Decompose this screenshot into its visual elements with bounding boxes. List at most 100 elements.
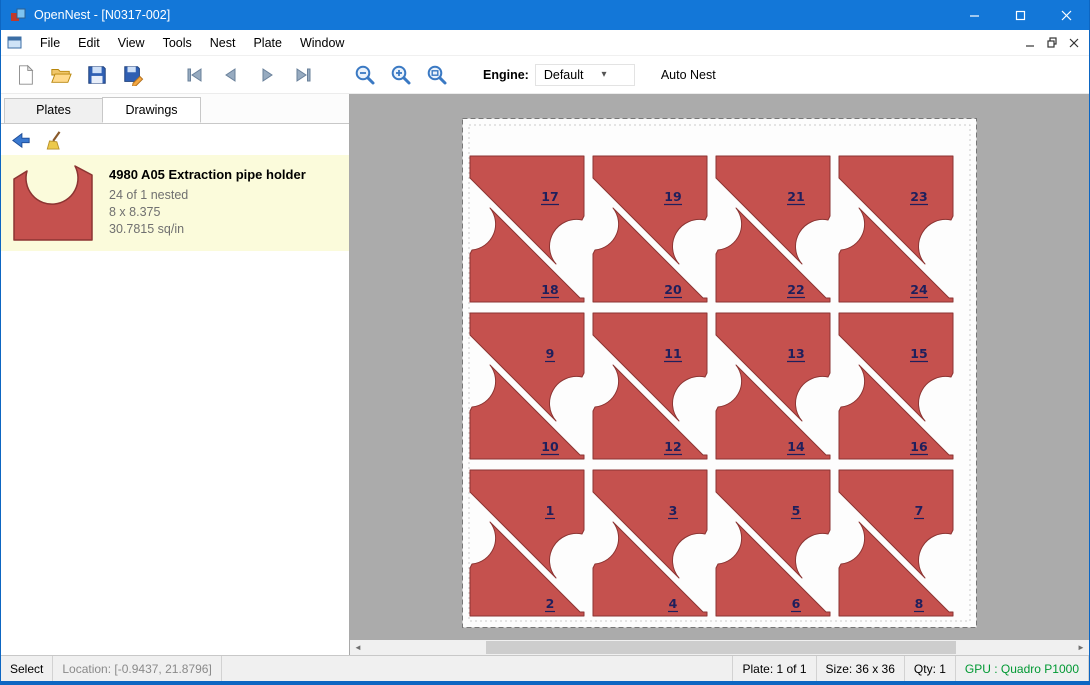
- zoom-out-icon: [354, 64, 376, 86]
- status-location: Location: [-0.9437, 21.8796]: [53, 656, 221, 681]
- save-edit-button[interactable]: [117, 60, 149, 90]
- status-gpu: GPU : Quadro P1000: [956, 656, 1089, 681]
- drawing-item-area: 30.7815 sq/in: [109, 221, 306, 238]
- save-button[interactable]: [81, 60, 113, 90]
- part-number: 24: [910, 282, 928, 297]
- broom-icon: [45, 130, 65, 150]
- zoom-in-button[interactable]: [385, 60, 417, 90]
- part-number: 11: [664, 346, 681, 361]
- part-number: 1: [546, 503, 555, 518]
- zoom-fit-button[interactable]: [421, 60, 453, 90]
- go-previous-icon: [221, 65, 241, 85]
- status-plate: Plate: 1 of 1: [733, 656, 816, 681]
- tab-drawings[interactable]: Drawings: [102, 97, 201, 123]
- scrollbar-track[interactable]: [366, 640, 1073, 655]
- menubar: File Edit View Tools Nest Plate Window: [1, 30, 1089, 56]
- window-title: OpenNest - [N0317-002]: [34, 8, 951, 22]
- go-last-button[interactable]: [287, 60, 319, 90]
- blue-arrow-left-icon: [11, 130, 31, 150]
- scrollbar-thumb[interactable]: [486, 641, 956, 654]
- menu-item-window[interactable]: Window: [291, 32, 353, 54]
- part-number: 22: [787, 282, 804, 297]
- open-button[interactable]: [45, 60, 77, 90]
- sidebar-tabstrip: Plates Drawings: [1, 94, 349, 123]
- part-number: 6: [792, 596, 801, 611]
- part-number: 8: [915, 596, 924, 611]
- maximize-icon: [1015, 10, 1026, 21]
- part-number: 10: [541, 439, 559, 454]
- send-to-plate-button[interactable]: [7, 127, 35, 153]
- tab-plates[interactable]: Plates: [4, 98, 103, 124]
- open-folder-icon: [50, 64, 72, 86]
- part-number: 20: [664, 282, 682, 297]
- part-number: 7: [915, 503, 924, 518]
- save-edit-icon: [122, 64, 144, 86]
- part-number: 13: [787, 346, 804, 361]
- mdi-close-icon: [1069, 38, 1079, 48]
- engine-label: Engine:: [483, 68, 529, 82]
- go-first-button[interactable]: [179, 60, 211, 90]
- minimize-icon: [969, 10, 980, 21]
- mdi-restore-button[interactable]: [1041, 32, 1063, 54]
- mdi-restore-icon: [1047, 37, 1058, 48]
- close-button[interactable]: [1043, 0, 1089, 30]
- part-number: 18: [541, 282, 558, 297]
- part-number: 4: [669, 596, 678, 611]
- close-icon: [1061, 10, 1072, 21]
- app-window: OpenNest - [N0317-002] File Edit View To…: [0, 0, 1090, 685]
- sidebar-toolbar: [1, 123, 349, 155]
- statusbar: Select Location: [-0.9437, 21.8796] Plat…: [1, 655, 1089, 681]
- status-mode: Select: [1, 656, 53, 681]
- part-number: 5: [792, 503, 801, 518]
- menu-item-tools[interactable]: Tools: [154, 32, 201, 54]
- go-previous-button[interactable]: [215, 60, 247, 90]
- mdi-close-button[interactable]: [1063, 32, 1085, 54]
- menu-item-nest[interactable]: Nest: [201, 32, 245, 54]
- part-number: 23: [910, 189, 927, 204]
- toolbar: Engine: Default ▾ Auto Nest: [1, 56, 1089, 94]
- titlebar: OpenNest - [N0317-002]: [1, 0, 1089, 30]
- scroll-right-button[interactable]: ►: [1073, 640, 1089, 655]
- mdi-minimize-icon: [1025, 38, 1035, 48]
- plate-wrap: 171819202122232491011121314151612345678: [462, 118, 977, 631]
- drawing-item-text: 4980 A05 Extraction pipe holder 24 of 1 …: [109, 163, 306, 243]
- status-size: Size: 36 x 36: [817, 656, 905, 681]
- menu-item-plate[interactable]: Plate: [244, 32, 291, 54]
- new-file-icon: [14, 64, 36, 86]
- main-content: Plates Drawings: [1, 94, 1089, 655]
- zoom-out-button[interactable]: [349, 60, 381, 90]
- part-shape-icon: [11, 163, 95, 243]
- go-first-icon: [185, 65, 205, 85]
- go-next-button[interactable]: [251, 60, 283, 90]
- zoom-in-icon: [390, 64, 412, 86]
- part-number: 14: [787, 439, 805, 454]
- horizontal-scrollbar[interactable]: ◄ ►: [350, 640, 1089, 655]
- chevron-down-icon: ▾: [601, 69, 606, 80]
- drawing-item-title: 4980 A05 Extraction pipe holder: [109, 167, 306, 182]
- auto-nest-button[interactable]: Auto Nest: [661, 68, 716, 82]
- maximize-button[interactable]: [997, 0, 1043, 30]
- part-number: 9: [546, 346, 555, 361]
- go-next-icon: [257, 65, 277, 85]
- nesting-canvas[interactable]: 171819202122232491011121314151612345678 …: [350, 94, 1089, 655]
- part-number: 17: [541, 189, 558, 204]
- engine-select[interactable]: Default ▾: [535, 64, 635, 86]
- new-button[interactable]: [9, 60, 41, 90]
- menu-item-view[interactable]: View: [109, 32, 154, 54]
- mdi-minimize-button[interactable]: [1019, 32, 1041, 54]
- go-last-icon: [293, 65, 313, 85]
- document-window-icon: [7, 36, 23, 50]
- scroll-left-button[interactable]: ◄: [350, 640, 366, 655]
- plate[interactable]: 171819202122232491011121314151612345678: [462, 118, 977, 628]
- minimize-button[interactable]: [951, 0, 997, 30]
- clear-button[interactable]: [41, 127, 69, 153]
- save-icon: [86, 64, 108, 86]
- drawing-list-item[interactable]: 4980 A05 Extraction pipe holder 24 of 1 …: [1, 155, 349, 251]
- app-icon: [10, 7, 26, 23]
- part-number: 15: [910, 346, 927, 361]
- drawing-item-nested: 24 of 1 nested: [109, 187, 306, 204]
- drawing-item-size: 8 x 8.375: [109, 204, 306, 221]
- menu-item-edit[interactable]: Edit: [69, 32, 109, 54]
- part-number: 16: [910, 439, 928, 454]
- menu-item-file[interactable]: File: [31, 32, 69, 54]
